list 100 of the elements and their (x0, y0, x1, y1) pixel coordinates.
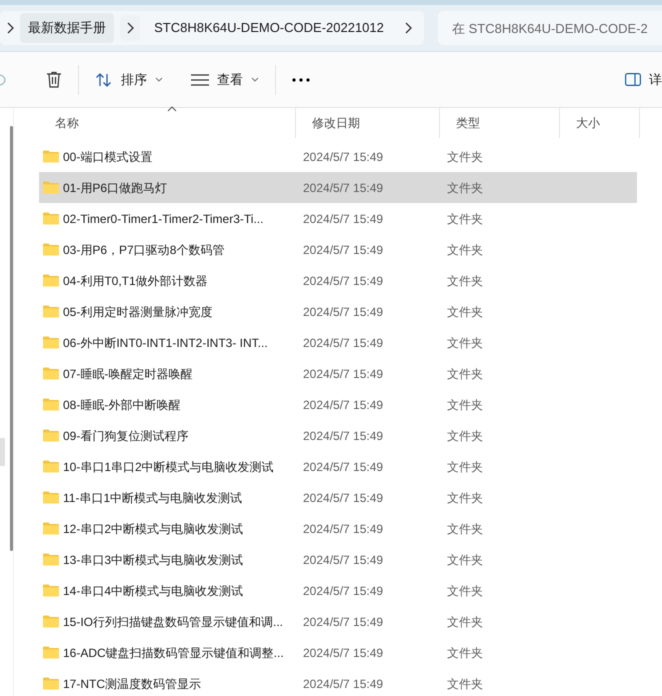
folder-icon (43, 615, 59, 628)
file-name: 11-串口1中断模式与电脑收发测试 (63, 490, 242, 506)
file-row[interactable]: 16-ADC键盘扫描数码管显示键值和调整... 2024/5/7 15:49 文件夹 (39, 637, 637, 668)
file-row[interactable]: 00-端口模式设置 2024/5/7 15:49 文件夹 (39, 141, 637, 172)
modified-date: 2024/5/7 15:49 (302, 644, 384, 662)
file-row[interactable]: 07-睡眠-唤醒定时器唤醒 2024/5/7 15:49 文件夹 (39, 358, 637, 389)
scrollbar[interactable] (10, 126, 13, 551)
folder-icon (43, 460, 59, 473)
file-row[interactable]: 03-用P6，P7口驱动8个数码管 2024/5/7 15:49 文件夹 (39, 234, 637, 265)
modified-date: 2024/5/7 15:49 (302, 334, 384, 352)
modified-date: 2024/5/7 15:49 (302, 272, 384, 290)
column-header[interactable]: 名称 (39, 108, 296, 138)
file-name: 12-串口2中断模式与电脑收发测试 (63, 520, 244, 538)
file-type: 文件夹 (446, 582, 484, 600)
file-type: 文件夹 (446, 304, 484, 320)
file-name: 02-Timer0-Timer1-Timer2-Timer3-Ti... (63, 210, 264, 228)
modified-date: 2024/5/7 15:49 (302, 552, 384, 568)
file-name: 04-利用T0,T1做外部计数器 (63, 272, 208, 290)
sort-caret-icon (167, 106, 177, 112)
column-header[interactable]: 类型 (440, 108, 560, 138)
more-icon (292, 78, 310, 82)
folder-icon (43, 274, 59, 287)
file-name: 01-用P6口做跑马灯 (63, 180, 168, 196)
file-type: 文件夹 (446, 180, 484, 196)
folder-icon (43, 584, 59, 597)
breadcrumb[interactable]: 最新数据手册 (20, 13, 114, 43)
file-row[interactable]: 05-利用定时器测量脉冲宽度 2024/5/7 15:49 文件夹 (39, 296, 637, 327)
folder-icon (43, 336, 59, 349)
modified-date: 2024/5/7 15:49 (302, 458, 384, 476)
file-type: 文件夹 (446, 272, 484, 290)
chevron-icon (404, 22, 412, 34)
modified-date: 2024/5/7 15:49 (302, 520, 384, 538)
file-name: 17-NTC测温度数码管显示 (63, 676, 202, 692)
file-row[interactable]: 13-串口3中断模式与电脑收发测试 2024/5/7 15:49 文件夹 (39, 544, 637, 575)
file-row[interactable]: 06-外中断INT0-INT1-INT2-INT3- INT... 2024/5/7 15:49 文件夹 (39, 327, 637, 358)
file-row[interactable]: 17-NTC测温度数码管显示 2024/5/7 15:49 文件夹 (39, 668, 637, 696)
folder-icon (43, 398, 59, 411)
chevron-icon (6, 22, 14, 34)
file-name: 13-串口3中断模式与电脑收发测试 (63, 552, 244, 568)
trash-icon (46, 71, 62, 88)
file-type: 文件夹 (446, 366, 484, 382)
file-type: 文件夹 (446, 396, 484, 414)
modified-date: 2024/5/7 15:49 (302, 180, 384, 196)
nav-item-highlight (0, 438, 5, 466)
file-type: 文件夹 (446, 490, 484, 506)
pane-icon (625, 73, 641, 86)
file-name: 15-IO行列扫描键盘数码管显示键值和调... (63, 614, 284, 630)
modified-date: 2024/5/7 15:49 (302, 242, 384, 258)
folder-icon (43, 181, 59, 194)
view-button[interactable]: 查看 (181, 64, 269, 96)
file-name: 14-串口4中断模式与电脑收发测试 (63, 582, 244, 600)
search-field[interactable]: 在 STC8H8K64U-DEMO-CODE-2 (438, 11, 662, 45)
file-name: 09-看门狗复位测试程序 (63, 428, 188, 444)
folder-icon (43, 305, 59, 318)
list-icon (191, 74, 209, 86)
modified-date: 2024/5/7 15:49 (302, 396, 384, 414)
file-row[interactable]: 10-串口1串口2中断模式与电脑收发测试 2024/5/7 15:49 文件夹 (39, 451, 637, 482)
file-name: 08-睡眠-外部中断唤醒 (63, 396, 180, 414)
file-row[interactable]: 11-串口1中断模式与电脑收发测试 2024/5/7 15:49 文件夹 (39, 482, 637, 513)
modified-date: 2024/5/7 15:49 (302, 210, 384, 228)
column-header[interactable]: 修改日期 (296, 108, 440, 138)
folder-icon (43, 553, 59, 566)
caret-icon (155, 77, 163, 82)
folder-icon (43, 646, 59, 659)
folder-icon (43, 243, 59, 256)
sort-icon (95, 72, 113, 88)
file-row[interactable]: 15-IO行列扫描键盘数码管显示键值和调... 2024/5/7 15:49 文件夹 (39, 606, 637, 637)
folder-icon (43, 491, 59, 504)
breadcrumb[interactable]: STC8H8K64U-DEMO-CODE-20221012 (146, 13, 392, 43)
column-header[interactable]: 大小 (560, 108, 640, 138)
file-name: 00-端口模式设置 (63, 148, 152, 166)
file-row[interactable]: 14-串口4中断模式与电脑收发测试 2024/5/7 15:49 文件夹 (39, 575, 637, 606)
modified-date: 2024/5/7 15:49 (302, 428, 384, 444)
file-name: 06-外中断INT0-INT1-INT2-INT3- INT... (63, 334, 268, 352)
folder-icon (43, 212, 59, 225)
modified-date: 2024/5/7 15:49 (302, 676, 384, 692)
folder-icon (43, 429, 59, 442)
file-row[interactable]: 09-看门狗复位测试程序 2024/5/7 15:49 文件夹 (39, 420, 637, 451)
file-row[interactable]: 01-用P6口做跑马灯 2024/5/7 15:49 文件夹 (39, 172, 637, 203)
file-type: 文件夹 (446, 242, 484, 258)
details-button[interactable]: 详 (615, 64, 662, 96)
file-type: 文件夹 (446, 428, 484, 444)
file-row[interactable]: 08-睡眠-外部中断唤醒 2024/5/7 15:49 文件夹 (39, 389, 637, 420)
file-row[interactable]: 04-利用T0,T1做外部计数器 2024/5/7 15:49 文件夹 (39, 265, 637, 296)
file-row[interactable]: 02-Timer0-Timer1-Timer2-Timer3-Ti... 2024/5/7 15:49 文件夹 (39, 203, 637, 234)
file-row[interactable]: 12-串口2中断模式与电脑收发测试 2024/5/7 15:49 文件夹 (39, 513, 637, 544)
file-type: 文件夹 (446, 458, 484, 476)
sort-button[interactable]: 排序 (85, 64, 173, 96)
modified-date: 2024/5/7 15:49 (302, 148, 384, 166)
modified-date: 2024/5/7 15:49 (302, 614, 384, 630)
chevron-button[interactable] (120, 15, 140, 41)
file-name: 16-ADC键盘扫描数码管显示键值和调整... (63, 644, 284, 662)
folder-icon (43, 150, 59, 163)
file-type: 文件夹 (446, 552, 484, 568)
file-type: 文件夹 (446, 676, 484, 692)
folder-icon (43, 522, 59, 535)
file-type: 文件夹 (446, 614, 484, 630)
modified-date: 2024/5/7 15:49 (302, 304, 384, 320)
file-type: 文件夹 (446, 148, 484, 166)
file-type: 文件夹 (446, 520, 484, 538)
